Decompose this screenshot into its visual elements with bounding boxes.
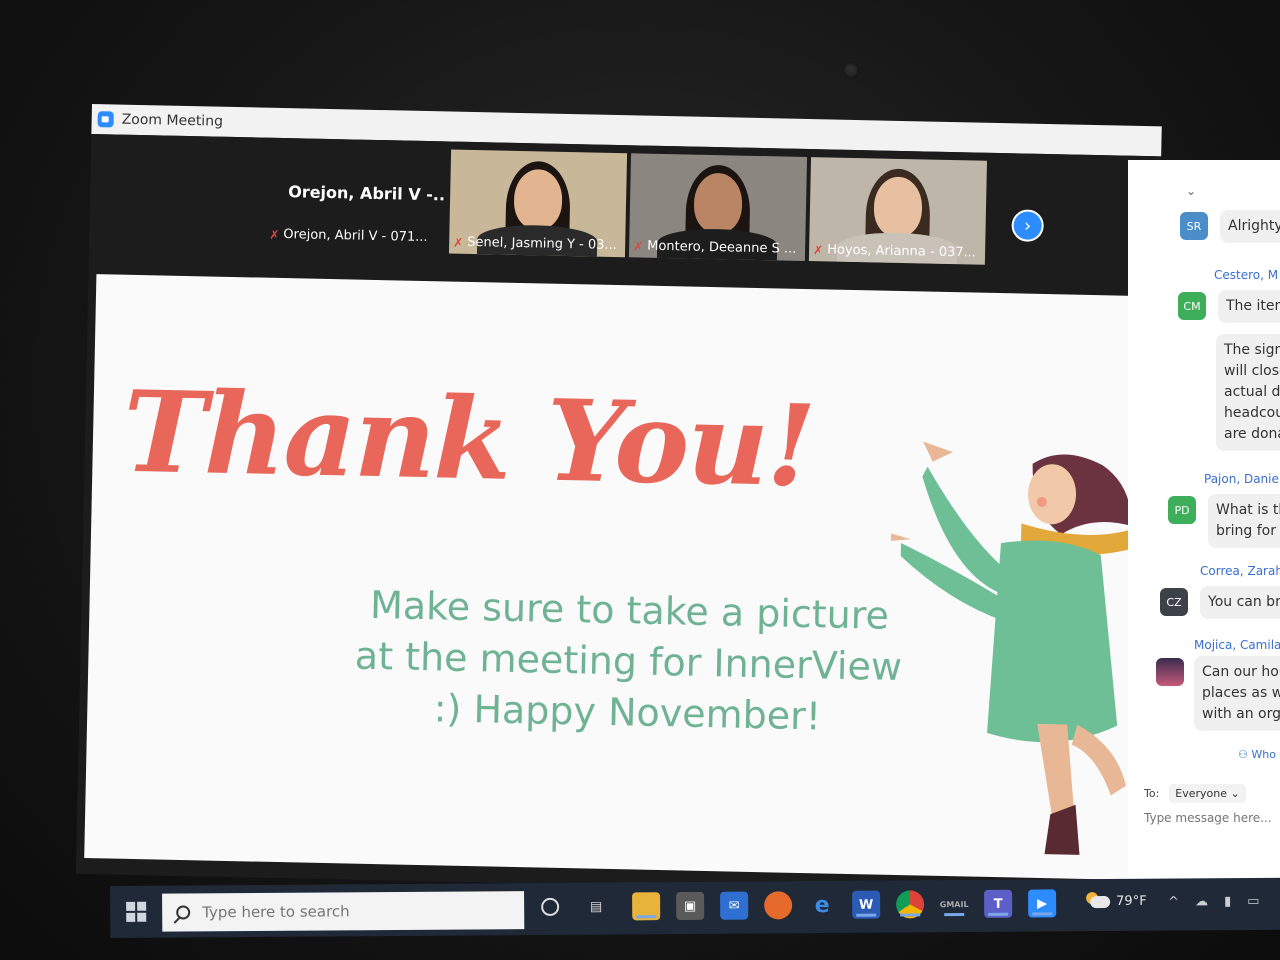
chat-line: The sign <box>1224 342 1280 358</box>
avatar <box>1156 658 1184 686</box>
to-label: To: <box>1144 787 1160 800</box>
person-icon: ⚇ <box>1238 748 1252 761</box>
system-tray: ^ ☁ ▮ ▭ <box>1168 894 1259 910</box>
avatar: CM <box>1178 292 1206 320</box>
zoom-icon[interactable]: ▶ <box>1028 889 1057 918</box>
temperature: 79°F <box>1116 893 1147 909</box>
participant-tile[interactable]: ✗ Montero, Deeanne S ... <box>628 153 808 261</box>
store-icon[interactable]: ▣ <box>676 891 705 921</box>
who-label: Who <box>1251 748 1276 761</box>
onedrive-icon[interactable]: ☁ <box>1195 894 1208 909</box>
participant-name: Hoyos, Arianna - 037... <box>827 242 977 261</box>
avatar: CZ <box>1160 588 1188 616</box>
slide-body: Make sure to take a picture at the meeti… <box>354 582 903 739</box>
recipient-select[interactable]: Everyone ⌄ <box>1169 784 1246 803</box>
chat-line: headcoun <box>1224 405 1280 421</box>
windows-taskbar: ▤ ▣ ✉ e W GMAIL T ▶ 79°F ^ ☁ ▮ ▭ <box>110 877 1280 938</box>
gallery-strip: Orejon, Abril V -... ✗ Orejon, Abril V -… <box>268 145 988 273</box>
firefox-icon[interactable] <box>764 891 793 920</box>
chat-sender: Mojica, Camila <box>1194 638 1280 652</box>
windows-start-icon[interactable] <box>126 901 147 922</box>
chat-bubble: The item <box>1218 290 1280 323</box>
gmail-icon[interactable]: GMAIL <box>940 890 969 918</box>
webcam <box>843 62 859 78</box>
microphone-icon[interactable]: ▮ <box>1224 894 1231 909</box>
recipient-row: To: Everyone ⌄ <box>1144 784 1246 803</box>
participant-tile[interactable]: ✗ Senel, Jasming Y - 03... <box>448 149 628 258</box>
search-icon <box>176 905 191 920</box>
mic-muted-icon: ✗ <box>269 227 280 242</box>
meeting-area: Orejon, Abril V -... ✗ Orejon, Abril V -… <box>75 133 1162 897</box>
word-icon[interactable]: W <box>852 890 881 919</box>
taskbar-search[interactable] <box>162 891 525 932</box>
chat-line: are donat <box>1224 426 1280 442</box>
participant-tile-speaker[interactable]: Orejon, Abril V -... ✗ Orejon, Abril V -… <box>268 145 448 254</box>
waving-girl-illustration <box>884 441 1142 855</box>
chat-line: Can our hou <box>1202 664 1280 680</box>
active-speaker-name: Orejon, Abril V -... <box>288 182 448 205</box>
window-title: Zoom Meeting <box>121 111 224 130</box>
chevron-down-icon: ⌄ <box>1230 787 1240 800</box>
participant-face <box>873 176 923 238</box>
chat-panel: ⌄ SR Alrighty Cestero, M CM The item The… <box>1128 160 1280 890</box>
edge-icon[interactable]: e <box>808 891 836 919</box>
participant-tile[interactable]: ✗ Hoyos, Arianna - 037... <box>808 157 988 265</box>
next-page-button[interactable]: › <box>1011 209 1044 242</box>
chat-line: What is th <box>1216 502 1280 518</box>
chat-line: bring for t <box>1216 523 1280 539</box>
chat-sender: Correa, Zarah <box>1200 564 1280 578</box>
shared-slide: Thank You! Make sure to take a picture a… <box>84 274 1147 880</box>
chrome-icon[interactable] <box>896 890 925 919</box>
file-explorer-icon[interactable] <box>632 892 661 921</box>
cortana-icon[interactable] <box>536 893 564 921</box>
chat-bubble: What is th bring for t <box>1208 494 1280 548</box>
mail-icon[interactable]: ✉ <box>720 891 749 920</box>
participant-name: Orejon, Abril V - 071... <box>283 227 428 246</box>
mic-muted-icon: ✗ <box>453 235 464 250</box>
chat-line: with an orga <box>1202 706 1280 722</box>
chat-bubble-continued: The sign will close actual dri headcoun … <box>1216 334 1280 451</box>
screen: Zoom Meeting Orejon, Abril V -... ✗ Orej… <box>75 104 1280 929</box>
mic-muted-icon: ✗ <box>633 238 644 254</box>
participant-face <box>513 168 563 230</box>
battery-icon[interactable]: ▭ <box>1247 894 1259 909</box>
mic-muted-icon: ✗ <box>812 242 824 257</box>
slide-heading: Thank You! <box>121 366 816 513</box>
chat-message-input[interactable] <box>1142 810 1280 826</box>
chat-bubble: Can our hou places as we with an orga <box>1194 656 1280 731</box>
zoom-logo-icon <box>97 111 114 128</box>
chat-sender: Cestero, M <box>1214 268 1279 282</box>
participant-name: Senel, Jasming Y - 03... <box>467 234 618 254</box>
chat-line: actual dri <box>1224 384 1280 400</box>
chat-line: places as we <box>1202 685 1280 701</box>
chevron-up-icon[interactable]: ^ <box>1168 895 1179 910</box>
cloud-icon <box>1090 895 1111 908</box>
chat-line: will close <box>1224 363 1280 379</box>
avatar: SR <box>1180 212 1208 240</box>
weather-widget[interactable]: 79°F <box>1090 894 1147 909</box>
participant-face <box>693 172 743 234</box>
chevron-down-icon[interactable]: ⌄ <box>1186 184 1196 198</box>
who-can-see-link[interactable]: ⚇ Who <box>1238 748 1276 761</box>
recipient-value: Everyone <box>1175 787 1228 800</box>
chevron-right-icon: › <box>1023 215 1032 237</box>
participant-name: Montero, Deeanne S ... <box>647 238 797 257</box>
teams-icon[interactable]: T <box>984 889 1013 918</box>
chat-bubble: You can bri <box>1200 586 1280 619</box>
search-input[interactable] <box>200 900 505 923</box>
chat-bubble: Alrighty <box>1220 210 1280 243</box>
task-view-icon[interactable]: ▤ <box>582 893 610 921</box>
avatar: PD <box>1168 496 1196 524</box>
chat-sender: Pajon, Daniel <box>1204 472 1280 486</box>
participant-label: ✗ Orejon, Abril V - 071... <box>269 227 428 245</box>
